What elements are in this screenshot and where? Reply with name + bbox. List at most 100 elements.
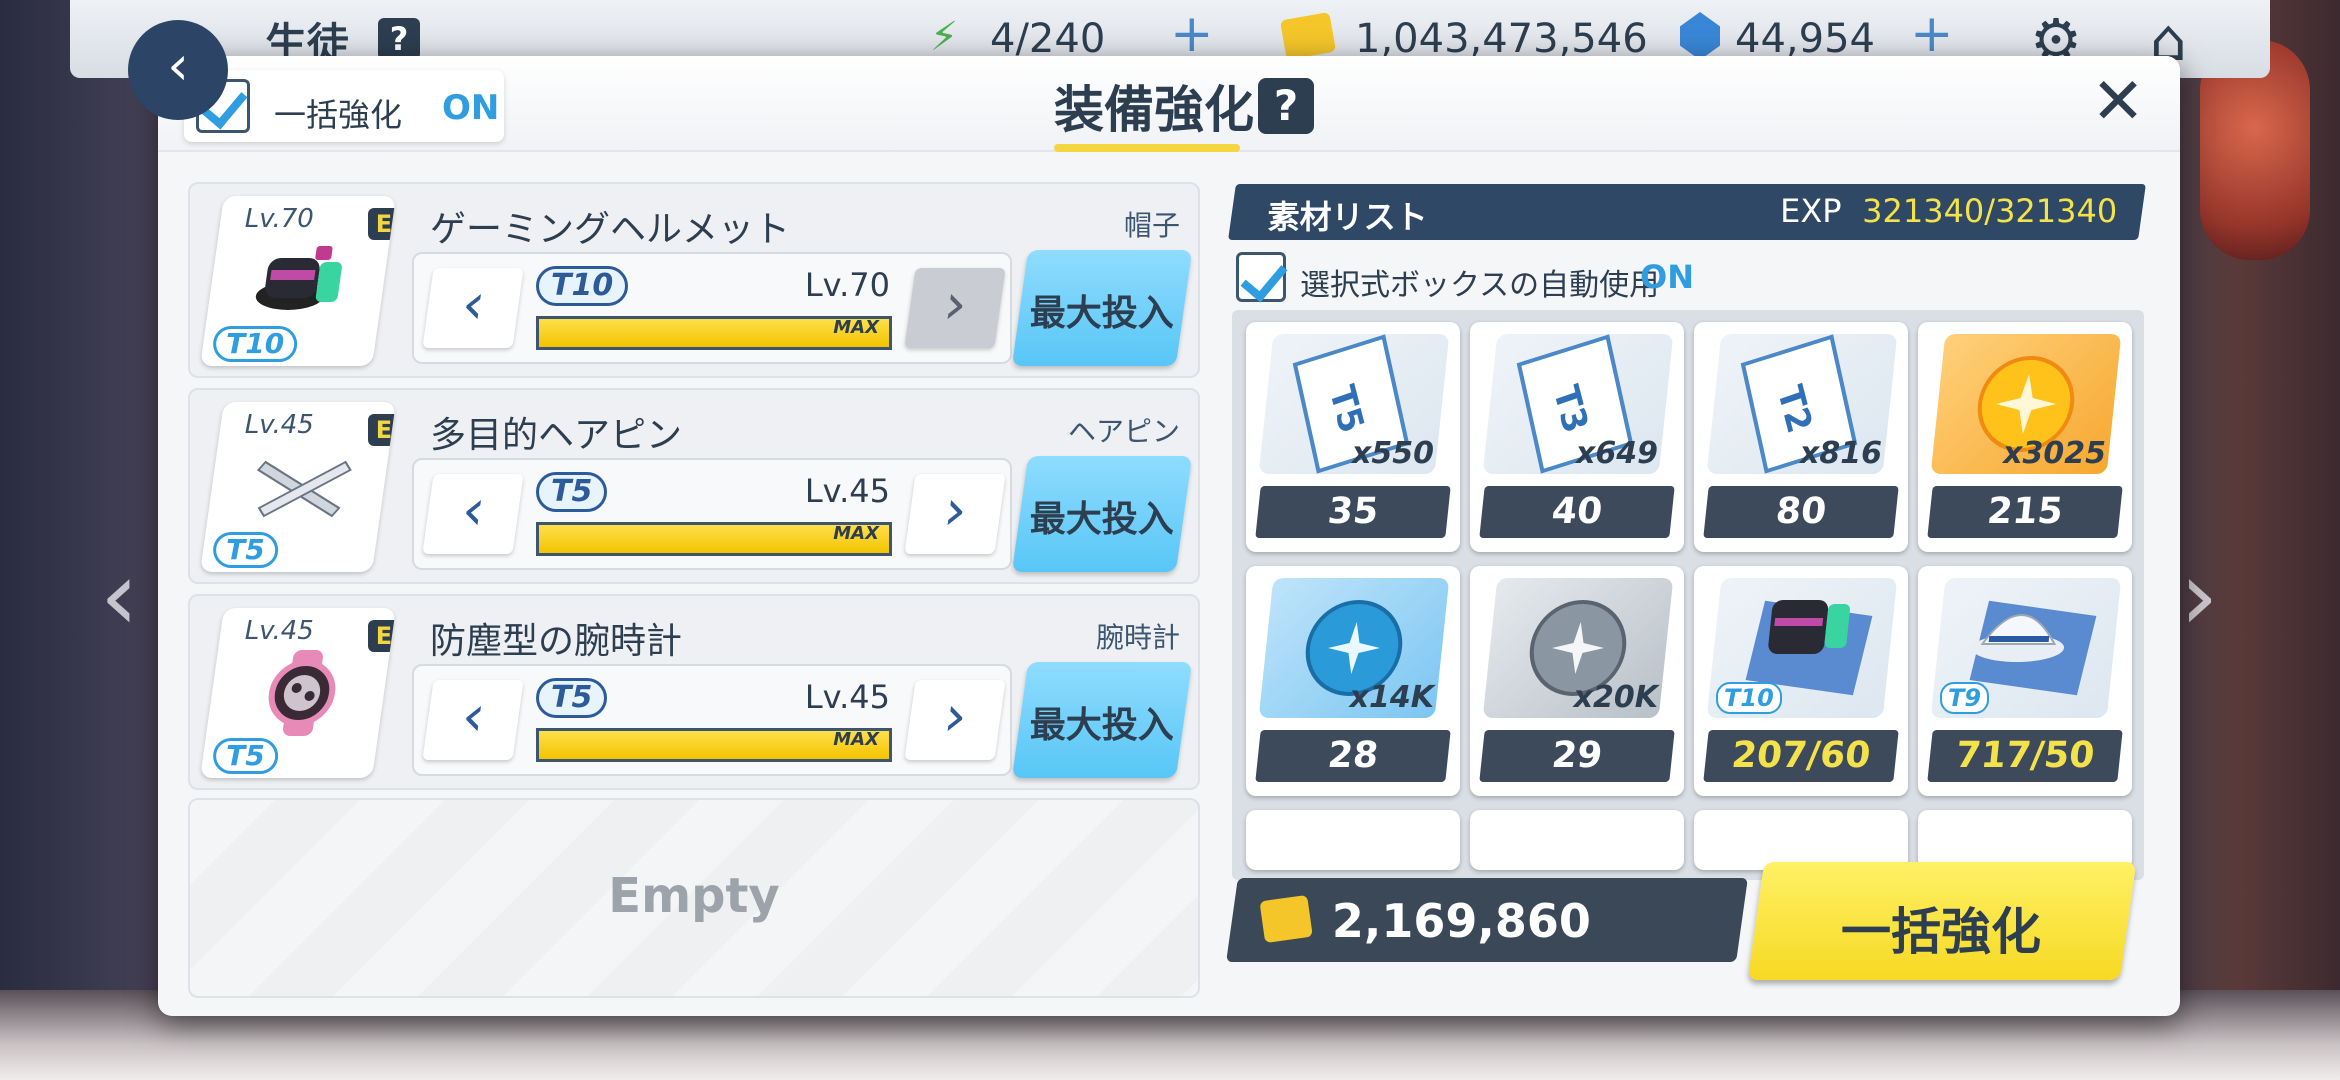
- back-button[interactable]: ‹: [128, 20, 228, 120]
- materials-grid: T5 x550 35 T3 x649 40 T2 x816 80 x3025 2…: [1232, 310, 2144, 880]
- grade-badge: E: [368, 620, 396, 652]
- level-selector: ‹ T5 Lv.45 MAX ›: [412, 458, 1012, 570]
- level-increase-button[interactable]: ›: [904, 680, 1006, 760]
- prev-arrow-icon[interactable]: ‹: [100, 540, 138, 652]
- max-input-button[interactable]: 最大投入: [1011, 662, 1193, 778]
- top-help-icon[interactable]: ?: [378, 18, 420, 60]
- max-input-label: 最大投入: [1029, 499, 1174, 540]
- material-card[interactable]: x20K 29: [1470, 566, 1684, 796]
- grade-badge: E: [368, 414, 396, 446]
- equipment-name: 防塵型の腕時計: [430, 621, 683, 662]
- material-quantity: x550: [1352, 436, 1434, 471]
- level-text: Lv.45: [804, 678, 890, 716]
- equipment-row-hat: Lv.70 E T10 ゲーミングヘルメット 帽子 ‹ T10 Lv.70 MA…: [188, 182, 1200, 378]
- exp-label: EXP: [1780, 192, 1842, 230]
- credit-cost-value: 2,169,860: [1331, 894, 1591, 948]
- material-quantity: x3025: [2003, 436, 2106, 471]
- material-count: 40: [1479, 486, 1675, 538]
- equipment-icon[interactable]: Lv.45 E T5: [200, 402, 396, 572]
- level-decrease-button[interactable]: ‹: [422, 474, 524, 554]
- icon-tier-badge: T5: [213, 532, 278, 568]
- bulk-enhance-state: ON: [442, 88, 500, 128]
- material-card[interactable]: T10 207/60: [1694, 566, 1908, 796]
- max-label: MAX: [833, 729, 879, 750]
- equipment-name: 多目的ヘアピン: [430, 415, 683, 456]
- credit-icon: [1279, 11, 1337, 61]
- auto-use-label: 選択式ボックスの自動使用: [1300, 268, 1660, 303]
- level-decrease-button[interactable]: ‹: [422, 268, 524, 348]
- material-card[interactable]: x3025 215: [1918, 322, 2132, 552]
- material-card[interactable]: [1918, 810, 2132, 870]
- bulk-enhance-toggle[interactable]: 一括強化 ON: [184, 70, 504, 142]
- max-input-button[interactable]: 最大投入: [1011, 456, 1193, 572]
- material-count: 717/50: [1927, 730, 2123, 782]
- level-increase-button[interactable]: ›: [904, 268, 1006, 348]
- modal-title: 装備強化: [1054, 81, 1254, 139]
- level-increase-button[interactable]: ›: [904, 474, 1006, 554]
- background-left: [0, 0, 170, 1080]
- exp-bar: MAX: [536, 522, 892, 556]
- material-card[interactable]: [1470, 810, 1684, 870]
- material-card[interactable]: x14K 28: [1246, 566, 1460, 796]
- equipment-name: ゲーミングヘルメット: [430, 209, 791, 250]
- help-icon[interactable]: ?: [1258, 78, 1314, 134]
- equipment-enhance-modal: 一括強化 ON 装備強化 ? ✕ Lv.70 E T10 ゲーミングヘルメット …: [158, 56, 2180, 1016]
- equipment-category: 帽子: [1123, 209, 1180, 242]
- title-underline: [1054, 144, 1240, 152]
- auto-use-state: ON: [1640, 258, 1694, 296]
- level-text: Lv.70: [804, 266, 890, 304]
- auto-use-option[interactable]: 選択式ボックスの自動使用 ON: [1236, 250, 1936, 306]
- material-count: 29: [1479, 730, 1675, 782]
- material-card[interactable]: T2 x816 80: [1694, 322, 1908, 552]
- max-input-label: 最大投入: [1029, 705, 1174, 746]
- equipment-category: ヘアピン: [1067, 415, 1180, 448]
- material-count: 28: [1255, 730, 1451, 782]
- icon-tier-badge: T5: [213, 738, 278, 774]
- material-quantity: x649: [1576, 436, 1658, 471]
- bulk-enhance-button-label: 一括強化: [1841, 903, 2042, 961]
- material-quantity: x20K: [1573, 680, 1658, 715]
- equipment-category: 腕時計: [1095, 621, 1180, 654]
- hairpin-icon: [256, 460, 352, 518]
- grade-badge: E: [368, 208, 396, 240]
- material-count: 80: [1703, 486, 1899, 538]
- tier-badge: T5: [536, 678, 608, 718]
- material-card[interactable]: T9 717/50: [1918, 566, 2132, 796]
- icon-level: Lv.45: [244, 616, 314, 646]
- watch-icon: [268, 650, 336, 736]
- equipment-row-watch: Lv.45 E T5 防塵型の腕時計 腕時計 ‹ T5 Lv.45 MAX › …: [188, 594, 1200, 790]
- level-selector: ‹ T10 Lv.70 MAX ›: [412, 252, 1012, 364]
- material-card[interactable]: [1246, 810, 1460, 870]
- material-quantity: x14K: [1349, 680, 1434, 715]
- close-button[interactable]: ✕: [2088, 70, 2148, 134]
- level-selector: ‹ T5 Lv.45 MAX ›: [412, 664, 1012, 776]
- material-card[interactable]: T3 x649 40: [1470, 322, 1684, 552]
- level-decrease-button[interactable]: ‹: [422, 680, 524, 760]
- ap-plus-button[interactable]: +: [1170, 4, 1214, 64]
- equipment-icon[interactable]: Lv.45 E T5: [200, 608, 396, 778]
- max-input-label: 最大投入: [1029, 293, 1174, 334]
- tier-badge: T10: [536, 266, 629, 306]
- bulk-enhance-label: 一括強化: [274, 96, 403, 134]
- auto-use-checkbox[interactable]: [1236, 252, 1286, 302]
- gaming-helmet-icon: [255, 246, 342, 310]
- material-tier-badge: T10: [1716, 682, 1782, 714]
- material-count: 35: [1255, 486, 1451, 538]
- material-tier-badge: T9: [1940, 682, 1990, 714]
- icon-level: Lv.45: [244, 410, 314, 440]
- ap-bolt-icon: ⚡: [930, 14, 959, 60]
- max-input-button[interactable]: 最大投入: [1011, 250, 1193, 366]
- material-card[interactable]: [1694, 810, 1908, 870]
- material-quantity: x816: [1800, 436, 1882, 471]
- materials-title: 素材リスト: [1267, 198, 1428, 236]
- tier-badge: T5: [536, 472, 608, 512]
- equipment-icon[interactable]: Lv.70 E T10: [200, 196, 396, 366]
- pyroxene-plus-button[interactable]: +: [1910, 4, 1954, 64]
- next-arrow-icon[interactable]: ›: [2180, 540, 2218, 652]
- credit-cost: 2,169,860: [1226, 878, 1748, 962]
- icon-level: Lv.70: [244, 204, 314, 234]
- modal-header: 一括強化 ON 装備強化 ? ✕: [158, 56, 2180, 152]
- icon-tier-badge: T10: [213, 326, 298, 362]
- material-card[interactable]: T5 x550 35: [1246, 322, 1460, 552]
- bulk-enhance-button[interactable]: 一括強化: [1747, 862, 2137, 980]
